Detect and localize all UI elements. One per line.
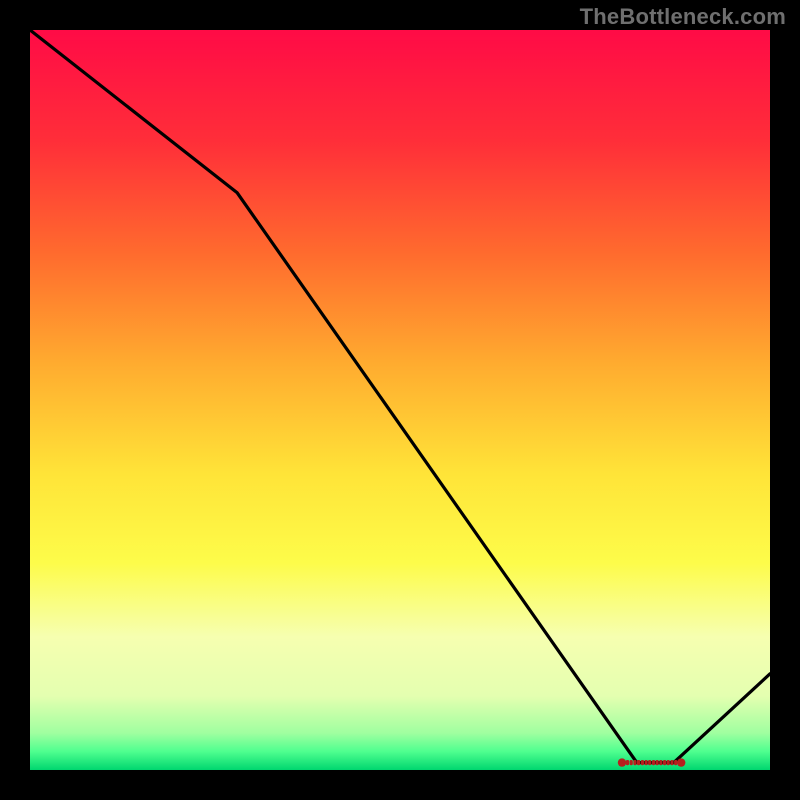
series-curve: [30, 30, 770, 763]
chart-frame: TheBottleneck.com: [0, 0, 800, 800]
curve-layer: [30, 30, 770, 770]
plot-area: [30, 30, 770, 770]
watermark-text: TheBottleneck.com: [580, 4, 786, 30]
